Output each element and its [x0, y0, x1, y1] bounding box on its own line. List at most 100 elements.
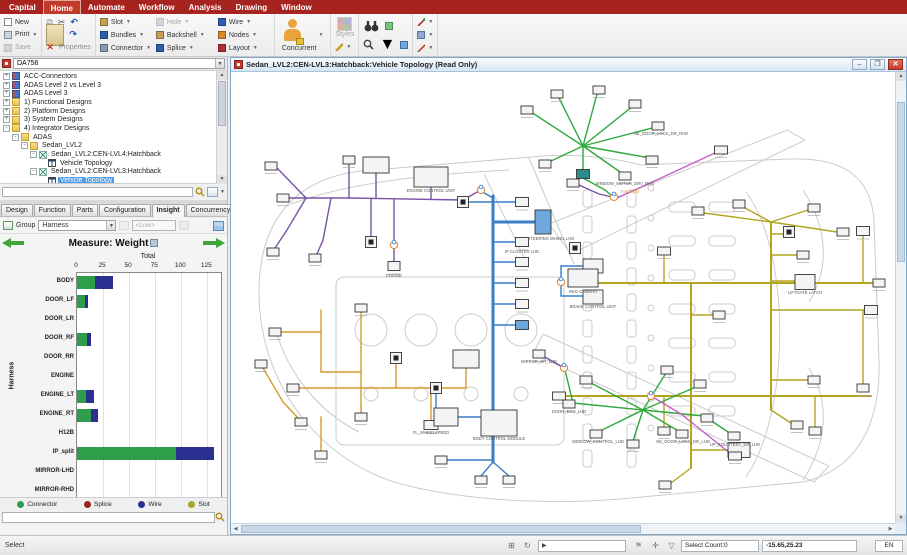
tab-insight[interactable]: Insight	[151, 204, 185, 217]
tree-item-sedan-lvl2-cen-lvl4-hatchback[interactable]: - Sedan_LVL2:CEN-LVL4:Hatchback	[0, 150, 216, 159]
connector-node[interactable]	[700, 413, 714, 423]
tree-item-vehicle-topology[interactable]: Vehicle Topology	[0, 176, 216, 183]
collapse-icon[interactable]: -	[30, 151, 37, 159]
connector-button[interactable]: Connector ▼	[99, 42, 156, 54]
connector-node[interactable]	[714, 145, 728, 155]
print-button[interactable]: Print ▼	[4, 29, 37, 41]
measure-tool-button[interactable]: ▼	[417, 42, 433, 54]
menu-item-drawing[interactable]: Drawing	[229, 0, 275, 14]
connector-node[interactable]	[532, 349, 546, 359]
document-title-bar[interactable]: Sedan_LVL2:CEN-LVL3:Hatchback:Vehicle To…	[231, 58, 906, 72]
wire-button[interactable]: Wire ▼	[217, 16, 270, 28]
concurrent-button[interactable]: Concurrent ▼	[279, 18, 327, 52]
legend-item-wire[interactable]: Wire	[138, 500, 162, 508]
connector-node[interactable]	[618, 171, 632, 181]
scrollbar-thumb[interactable]	[218, 81, 226, 126]
tree-filter-input[interactable]	[2, 186, 194, 197]
legend-item-connector[interactable]: Connector	[17, 500, 57, 508]
connector-node[interactable]	[515, 237, 529, 247]
connector-node[interactable]	[728, 451, 742, 461]
project-selector[interactable]: DA756 ▼	[13, 58, 225, 69]
pen-color-button[interactable]: ▼	[335, 41, 354, 53]
connector-node[interactable]	[566, 178, 580, 188]
tree-item-sedan-lvl2[interactable]: - Sedan_LVL2	[0, 141, 216, 151]
legend-item-slot[interactable]: Slot	[188, 500, 210, 508]
connector-node[interactable]	[576, 169, 590, 179]
filter-icon[interactable]: ▽	[666, 539, 677, 552]
restore-button[interactable]: ❐	[870, 59, 885, 70]
collapse-icon[interactable]: -	[12, 133, 19, 141]
minimize-button[interactable]: ‒	[852, 59, 867, 70]
redo-icon[interactable]: ↷	[69, 30, 77, 39]
connector-node[interactable]	[794, 274, 816, 290]
tree-item-adas-level-2-vs-level-3[interactable]: + ADAS Level 2 vs Level 3	[0, 81, 216, 90]
tree-item-acc-connectors[interactable]: + ACC-Connectors	[0, 72, 216, 81]
expand-icon[interactable]: +	[3, 72, 10, 80]
connector-node[interactable]	[856, 226, 870, 236]
tree-item-adas-level-3[interactable]: + ADAS Level 3	[0, 89, 216, 98]
collapse-icon[interactable]: -	[30, 168, 37, 176]
connector-node[interactable]	[727, 431, 741, 441]
measure-edit-icon[interactable]	[150, 238, 159, 247]
connector-node[interactable]	[691, 206, 705, 216]
connector-node[interactable]	[657, 426, 671, 436]
highlight-grid-icon[interactable]	[385, 21, 394, 30]
collapse-icon[interactable]: -	[21, 142, 28, 150]
tab-design[interactable]: Design	[1, 204, 33, 216]
scroll-left-icon[interactable]: ◀	[231, 524, 240, 534]
connector-node[interactable]	[732, 199, 746, 209]
connector-node[interactable]	[808, 426, 822, 436]
connector-node[interactable]	[294, 417, 308, 427]
expand-icon[interactable]: +	[3, 116, 10, 124]
tree-item-3-system-designs[interactable]: +3) System Designs	[0, 115, 216, 124]
backshell-button[interactable]: Backshell ▼	[155, 29, 218, 41]
connector-node[interactable]	[502, 475, 516, 485]
connector-node[interactable]	[433, 407, 459, 427]
canvas-vscrollbar[interactable]: ▲ ▼	[895, 72, 906, 523]
connector-node[interactable]	[515, 197, 529, 207]
crosshair-icon[interactable]: ✛	[650, 539, 661, 552]
wire-tool-button[interactable]: ▼	[417, 16, 433, 28]
pan-icon[interactable]	[400, 40, 409, 49]
connector-node[interactable]	[515, 278, 529, 288]
connector-node[interactable]	[308, 253, 322, 263]
connector-node[interactable]	[693, 379, 707, 389]
connector-node[interactable]	[452, 349, 480, 369]
expand-icon[interactable]: +	[3, 98, 10, 106]
connector-node[interactable]	[790, 420, 804, 430]
menu-item-home[interactable]: Home	[42, 0, 81, 14]
tree-scrollbar[interactable]: ▲ ▼	[216, 71, 227, 184]
connector-node[interactable]	[872, 278, 886, 288]
group-select[interactable]: Harness ▼	[38, 220, 117, 231]
zoom-tool-icon[interactable]	[363, 39, 375, 50]
connector-node[interactable]	[276, 193, 290, 203]
expand-icon[interactable]: +	[3, 81, 10, 89]
close-button[interactable]: ✕	[888, 59, 903, 70]
chevron-down-icon[interactable]: ▼	[220, 189, 225, 195]
tab-function[interactable]: Function	[33, 204, 71, 216]
run-combo[interactable]: ▶	[538, 539, 626, 552]
language-field[interactable]: EN	[875, 539, 903, 552]
apply-icon[interactable]	[179, 221, 190, 230]
menu-item-analysis[interactable]: Analysis	[182, 0, 229, 14]
scrollbar-thumb[interactable]	[897, 102, 905, 262]
connector-node[interactable]	[562, 399, 576, 409]
properties-button[interactable]: Properties	[59, 44, 91, 51]
collapse-icon[interactable]: -	[3, 124, 10, 132]
connector-node[interactable]	[515, 320, 529, 330]
hole-button[interactable]: Hole ▼	[155, 16, 218, 28]
undo-icon[interactable]: ↶	[70, 17, 78, 27]
connector-node[interactable]	[413, 166, 449, 188]
connector-node[interactable]	[534, 209, 552, 235]
legend-item-splice[interactable]: Splice	[84, 500, 112, 508]
connector-node[interactable]	[796, 250, 810, 260]
connector-node[interactable]	[314, 450, 328, 460]
connector-node[interactable]	[480, 409, 518, 437]
connector-node[interactable]	[856, 383, 870, 393]
connector-node[interactable]	[579, 375, 593, 385]
expand-icon[interactable]: +	[3, 107, 10, 115]
bundles-button[interactable]: Bundles ▼	[99, 29, 156, 41]
connector-node[interactable]	[268, 327, 282, 337]
refresh-icon[interactable]: ↻	[522, 539, 533, 552]
connector-node[interactable]	[552, 391, 566, 401]
